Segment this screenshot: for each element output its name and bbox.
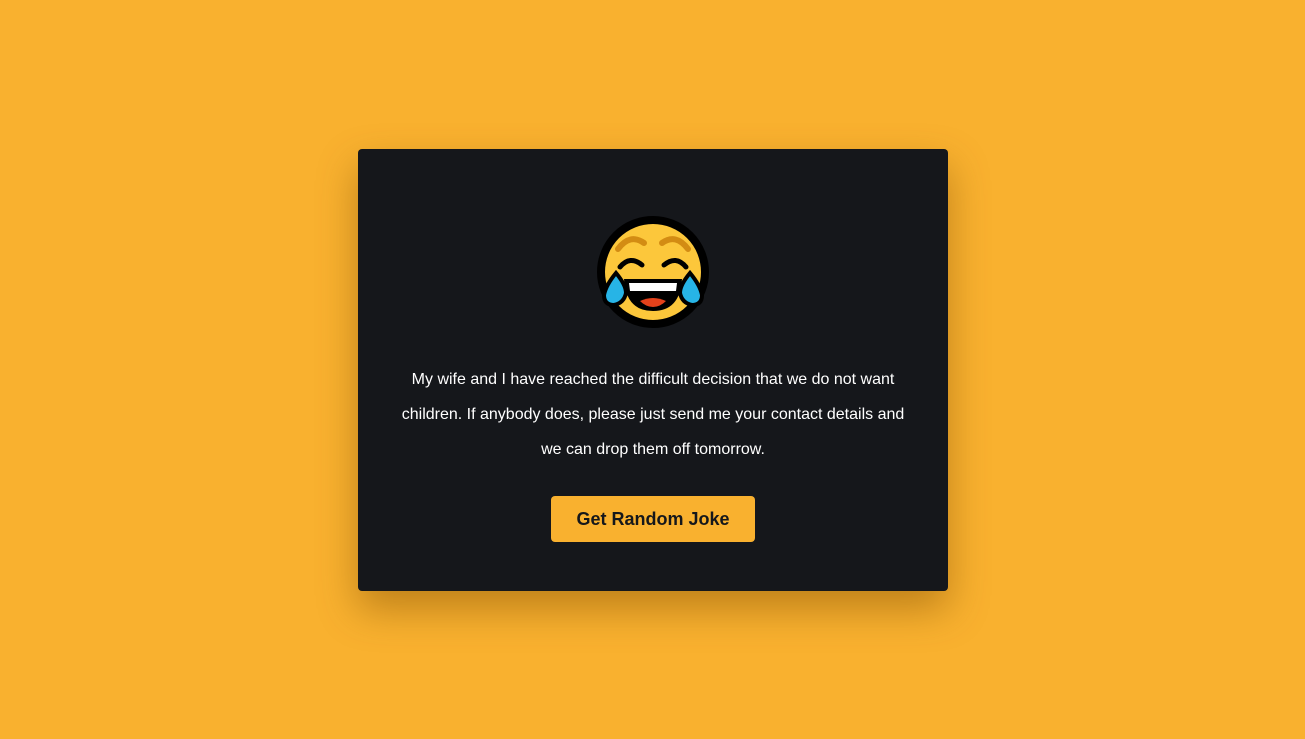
face-with-tears-of-joy-icon — [597, 216, 709, 328]
joke-text: My wife and I have reached the difficult… — [401, 371, 905, 458]
joke-card: My wife and I have reached the difficult… — [358, 149, 948, 591]
get-random-joke-button[interactable]: Get Random Joke — [551, 496, 755, 542]
